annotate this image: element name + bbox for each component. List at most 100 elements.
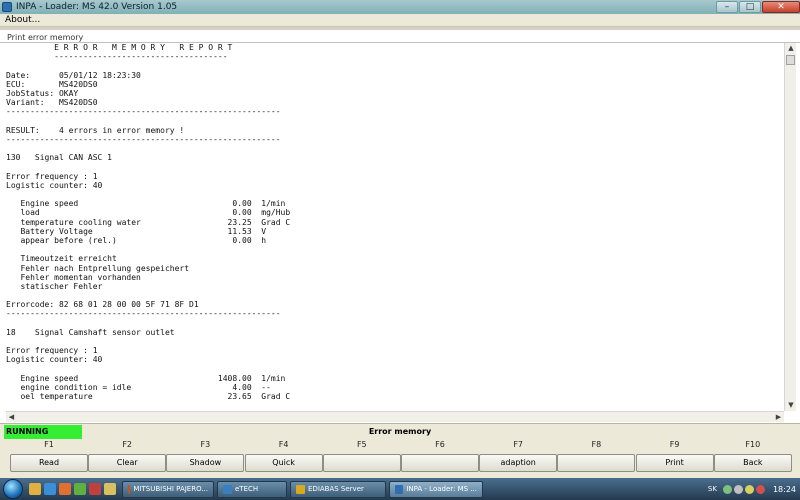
report-line: Engine speed 0.00 1/min bbox=[6, 199, 286, 209]
fkey-f6: F6 bbox=[401, 439, 479, 472]
scroll-up-icon[interactable]: ▲ bbox=[785, 43, 797, 54]
fkey-f1-button[interactable]: Read bbox=[10, 454, 88, 472]
close-icon: ✕ bbox=[777, 2, 785, 12]
server-icon bbox=[296, 484, 305, 494]
fkey-f8: F8 bbox=[557, 439, 636, 472]
report-line: ----------------------------------------… bbox=[6, 134, 281, 144]
scroll-thumb[interactable] bbox=[786, 55, 795, 65]
menu-bar: About... bbox=[0, 14, 800, 27]
report-line: statischer Fehler bbox=[6, 281, 103, 291]
subtitle-text: Print error memory bbox=[7, 33, 84, 42]
title-bar: INPA - Loader: MS 42.0 Version 1.05 – □ … bbox=[0, 0, 800, 14]
fkey-label: F2 bbox=[122, 440, 133, 449]
taskbar-item-label: MITSUBISHI PAJERO... bbox=[133, 484, 208, 493]
report-line: oel temperature 23.65 Grad C bbox=[6, 392, 291, 402]
report-line bbox=[6, 190, 784, 199]
scroll-left-icon[interactable]: ◀ bbox=[6, 413, 17, 421]
browser-icon bbox=[128, 484, 131, 494]
fkey-f4-button[interactable]: Quick bbox=[244, 454, 323, 472]
scroll-down-icon[interactable]: ▼ bbox=[785, 400, 797, 411]
tool-icon[interactable] bbox=[89, 483, 101, 495]
media-icon[interactable] bbox=[59, 483, 71, 495]
report-line: Logistic counter: 40 bbox=[6, 180, 103, 190]
taskbar: MITSUBISHI PAJERO... eTECH EDIABAS Server I… bbox=[0, 478, 800, 500]
fkey-label: F3 bbox=[200, 440, 211, 449]
fkey-f7-button[interactable]: adaption bbox=[479, 454, 558, 472]
battery-icon[interactable] bbox=[744, 484, 754, 494]
status-bar: RUNNING Error memory bbox=[0, 423, 800, 439]
fkey-label: F5 bbox=[356, 440, 367, 449]
report-line: Timeoutzeit erreicht bbox=[6, 254, 117, 264]
horizontal-scrollbar[interactable]: ◀ ▶ bbox=[6, 411, 784, 422]
taskbar-item-label: eTECH bbox=[235, 484, 259, 493]
explorer-icon[interactable] bbox=[29, 483, 41, 495]
report-line bbox=[6, 117, 784, 126]
report-line: ECU: MS420DS0 bbox=[6, 79, 98, 89]
report-line: E R R O R M E M O R Y R E P O R T bbox=[6, 43, 233, 52]
inpa-icon bbox=[395, 484, 404, 494]
minimize-button[interactable]: – bbox=[716, 1, 738, 13]
report-line: Error frequency : 1 bbox=[6, 171, 98, 181]
fkey-f8-button[interactable] bbox=[557, 454, 636, 472]
report-line bbox=[6, 337, 784, 346]
fkey-f10-button[interactable]: Back bbox=[713, 454, 792, 472]
scroll-right-icon[interactable]: ▶ bbox=[773, 413, 784, 421]
maximize-button[interactable]: □ bbox=[739, 1, 761, 13]
report-line: Variant: MS420DS0 bbox=[6, 98, 98, 108]
minimize-icon: – bbox=[724, 2, 730, 12]
status-title: Error memory bbox=[368, 427, 432, 436]
report-line: Logistic counter: 40 bbox=[6, 355, 103, 365]
app-icon[interactable] bbox=[74, 483, 86, 495]
report-line: Fehler momentan vorhanden bbox=[6, 272, 141, 282]
subtitle-bar: Print error memory bbox=[0, 30, 800, 43]
report-line: 130 Signal CAN ASC 1 bbox=[6, 153, 112, 163]
report-line: ----------------------------------------… bbox=[6, 309, 281, 319]
fkey-label: F8 bbox=[591, 440, 602, 449]
report-line: Engine speed 1408.00 1/min bbox=[6, 373, 286, 383]
fkey-label: F7 bbox=[513, 440, 524, 449]
taskbar-item-label: EDIABAS Server bbox=[308, 484, 364, 493]
fkey-f1: F1 Read bbox=[10, 439, 88, 472]
system-tray: SK 18:24 bbox=[704, 478, 800, 500]
fkey-label: F1 bbox=[44, 440, 54, 449]
fkey-f10: F10 Back bbox=[713, 439, 792, 472]
fkey-f3: F3 Shadow bbox=[166, 439, 245, 472]
function-key-bar: F1 Read F2 Clear F3 Shadow F4 Quick F5 F6 F7 adapti… bbox=[0, 439, 800, 478]
report-line: JobStatus: OKAY bbox=[6, 88, 79, 98]
fkey-f2-button[interactable]: Clear bbox=[88, 454, 167, 472]
report-line bbox=[6, 61, 784, 70]
network-icon[interactable] bbox=[722, 484, 732, 494]
report-line: Fehler nach Entprellung gespeichert bbox=[6, 263, 190, 273]
taskbar-item[interactable]: MITSUBISHI PAJERO... bbox=[122, 480, 214, 498]
app-icon bbox=[2, 2, 12, 12]
fkey-f6-button[interactable] bbox=[401, 454, 479, 472]
volume-icon[interactable] bbox=[733, 484, 743, 494]
fkey-f5-button[interactable] bbox=[322, 454, 401, 472]
report-line: temperature cooling water 23.25 Grad C bbox=[6, 217, 291, 227]
report-line: Errorcode: 82 68 01 28 00 00 5F 71 8F D1 bbox=[6, 300, 199, 310]
error-report-text[interactable]: E R R O R M E M O R Y R E P O R T ------… bbox=[6, 43, 784, 411]
report-line: Date: 05/01/12 18:23:30 bbox=[6, 70, 141, 80]
report-line bbox=[6, 245, 784, 254]
menu-item-about[interactable]: About... bbox=[0, 15, 45, 25]
taskbar-item[interactable]: INPA - Loader: MS ... bbox=[389, 480, 483, 498]
report-line: engine condition = idle 4.00 -- bbox=[6, 382, 271, 392]
vertical-scrollbar[interactable]: ▲ ▼ bbox=[784, 43, 796, 411]
browser-icon[interactable] bbox=[44, 483, 56, 495]
language-indicator[interactable]: SK bbox=[708, 485, 717, 493]
taskbar-item[interactable]: EDIABAS Server bbox=[290, 480, 386, 498]
report-line: ------------------------------------ bbox=[6, 52, 228, 62]
fkey-f3-button[interactable]: Shadow bbox=[166, 454, 245, 472]
window-title: INPA - Loader: MS 42.0 Version 1.05 bbox=[16, 2, 178, 12]
fkey-f9-button[interactable]: Print bbox=[635, 454, 714, 472]
taskbar-item[interactable]: eTECH bbox=[217, 480, 287, 498]
report-line: load 0.00 mg/Hub bbox=[6, 208, 291, 218]
start-button[interactable] bbox=[3, 479, 23, 499]
report-line bbox=[6, 291, 784, 300]
report-line: Error frequency : 1 bbox=[6, 346, 98, 356]
fkey-f9: F9 Print bbox=[635, 439, 714, 472]
antivirus-icon[interactable] bbox=[755, 484, 765, 494]
folder-icon[interactable] bbox=[104, 483, 116, 495]
close-button[interactable]: ✕ bbox=[762, 1, 800, 13]
status-running: RUNNING bbox=[4, 425, 82, 439]
